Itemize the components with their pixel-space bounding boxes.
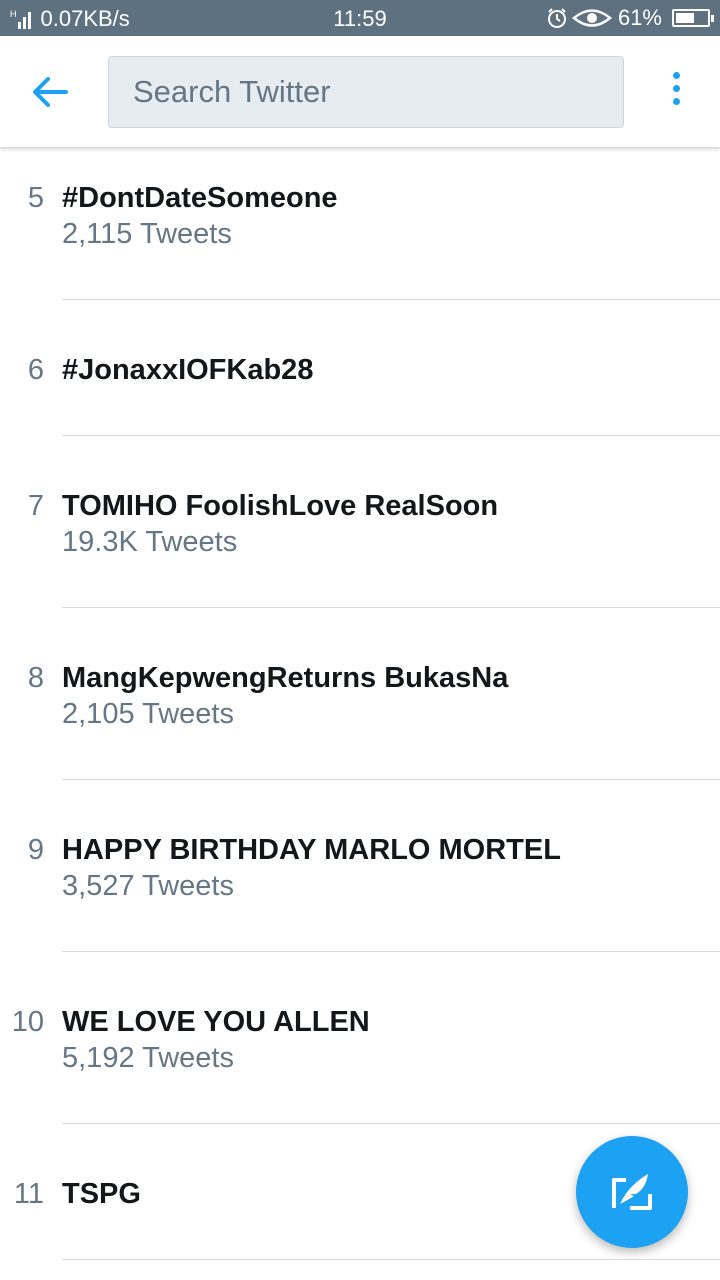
trend-name: HAPPY BIRTHDAY MARLO MORTEL [62,834,561,866]
trend-item[interactable]: 8 MangKepwengReturns BukasNa 2,105 Tweet… [0,608,720,780]
battery-percent: 61% [617,5,662,30]
back-button[interactable] [30,72,80,112]
trend-item[interactable]: 6 #JonaxxIOFKab28 [0,300,720,436]
compose-tweet-button[interactable] [576,1136,688,1248]
divider [62,1259,720,1260]
trend-item[interactable]: 5 #DontDateSomeone 2,115 Tweets [0,150,720,300]
more-options-button[interactable] [664,72,688,112]
trend-rank: 6 [27,354,44,386]
trend-tweet-count: 3,527 Tweets [62,870,234,902]
trend-item[interactable]: 7 TOMIHO FoolishLove RealSoon 19.3K Twee… [0,436,720,608]
search-placeholder: Search Twitter [133,74,331,109]
more-vertical-icon [664,72,688,105]
trends-list: 5 #DontDateSomeone 2,115 Tweets 6 #Jonax… [0,150,720,1260]
trend-name: MangKepwengReturns BukasNa [62,662,509,694]
trend-name: TOMIHO FoolishLove RealSoon [62,490,499,522]
trend-name: WE LOVE YOU ALLEN [62,1006,370,1038]
eye-icon [571,9,612,27]
trend-tweet-count: 2,105 Tweets [62,698,234,730]
trend-tweet-count: 19.3K Tweets [62,526,238,558]
trend-rank: 11 [13,1178,44,1210]
app-header: Search Twitter [0,36,720,148]
trend-item[interactable]: 10 WE LOVE YOU ALLEN 5,192 Tweets [0,952,720,1124]
back-arrow-icon [33,77,68,107]
trend-tweet-count: 5,192 Tweets [62,1042,234,1074]
compose-tweet-icon [612,1174,652,1210]
trend-name: #DontDateSomeone [62,182,338,214]
battery-fill [676,13,694,23]
trend-rank: 8 [27,662,44,694]
search-input[interactable]: Search Twitter [108,56,624,128]
trend-tweet-count: 2,115 Tweets [62,218,232,250]
trend-rank: 9 [27,834,44,866]
status-bar: H 0.07KB/s 11:59 61% [0,0,720,36]
trend-rank: 7 [27,490,44,522]
trend-item[interactable]: 9 HAPPY BIRTHDAY MARLO MORTEL 3,527 Twee… [0,780,720,952]
battery-icon [672,9,714,27]
trend-rank: 5 [27,182,44,214]
alarm-icon [547,8,566,28]
status-right: 61% [546,5,714,31]
trend-name: TSPG [62,1178,141,1210]
trend-name: #JonaxxIOFKab28 [62,354,314,386]
trend-rank: 10 [11,1006,44,1038]
